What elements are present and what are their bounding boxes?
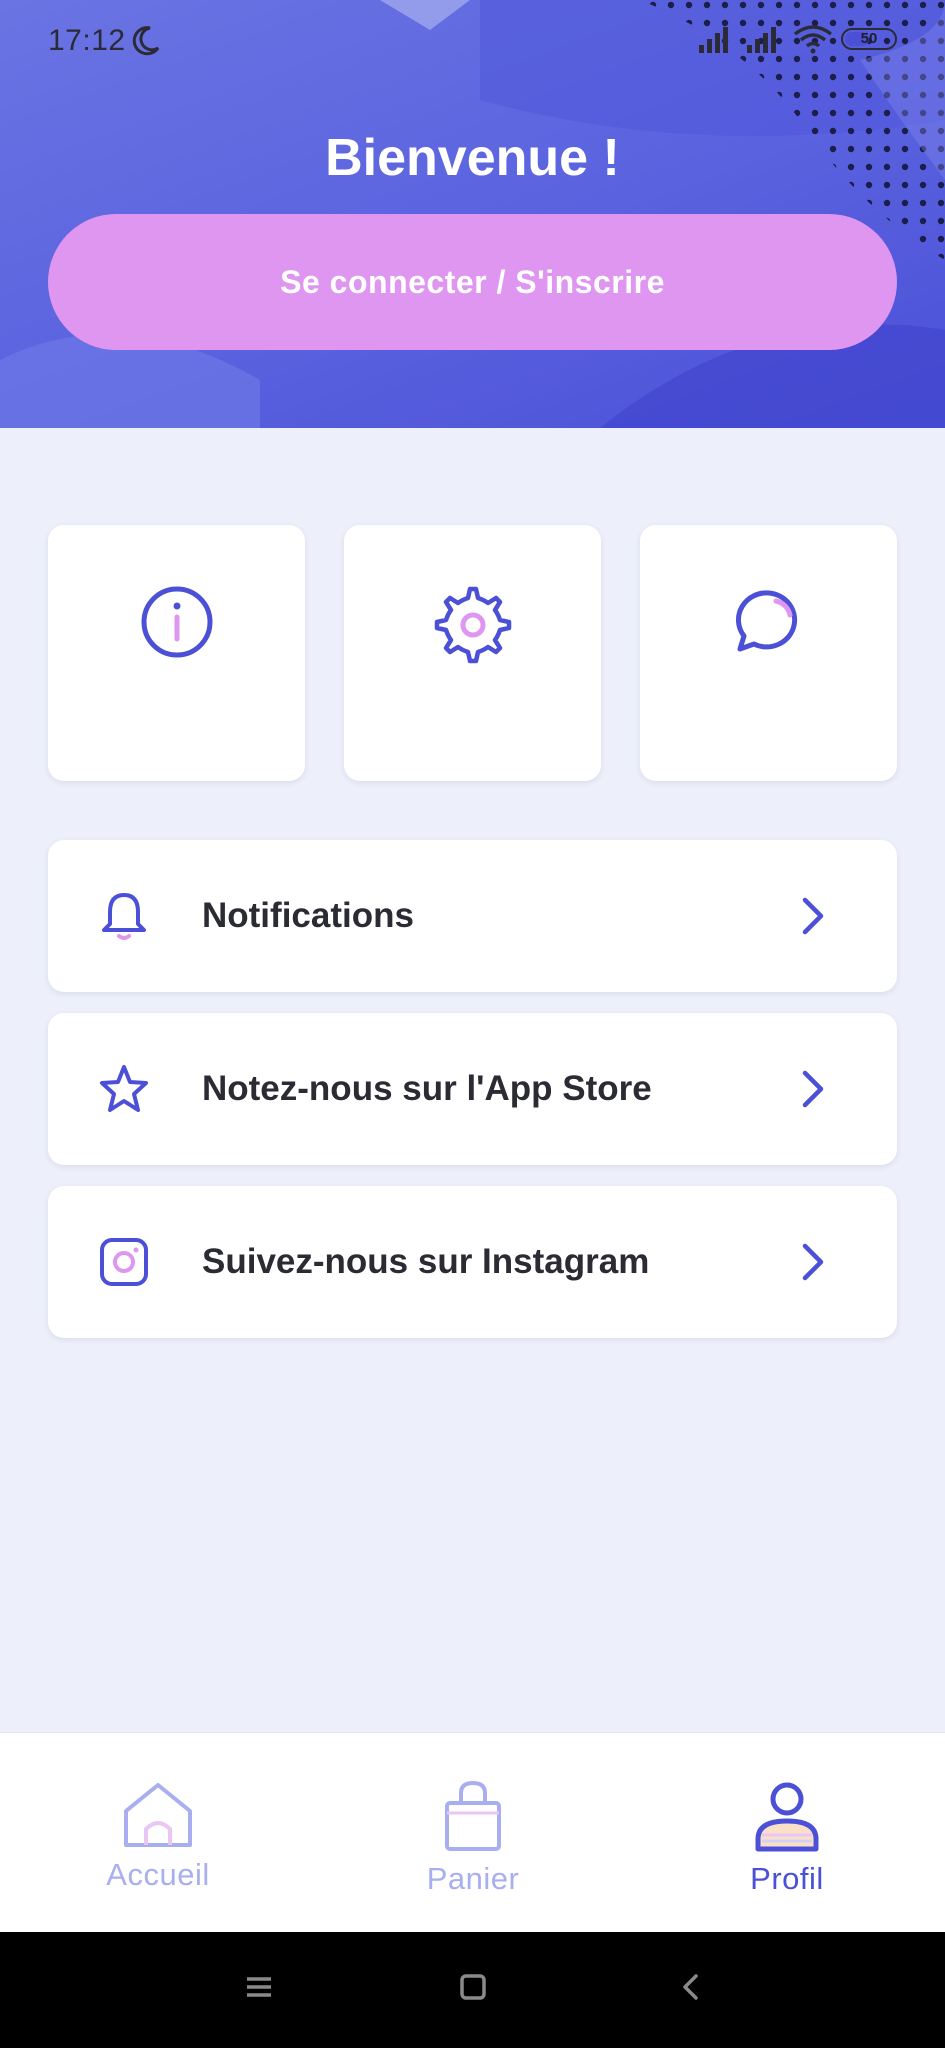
menu-icon[interactable] <box>244 1972 274 2002</box>
notifications-item[interactable]: Notifications <box>48 840 897 992</box>
info-tile[interactable] <box>48 525 305 781</box>
contact-tile[interactable] <box>640 525 897 781</box>
battery-icon: 50 <box>841 28 897 50</box>
instagram-label: Suivez-nous sur Instagram <box>202 1242 650 1281</box>
welcome-title: Bienvenue ! <box>325 129 620 187</box>
nav-label-accueil: Accueil <box>106 1857 210 1892</box>
chevron-right-icon <box>802 1243 824 1281</box>
signal-icon <box>699 27 728 53</box>
nav-tab-accueil[interactable]: Accueil <box>58 1733 258 1933</box>
chevron-right-icon <box>802 1070 824 1108</box>
instagram-icon <box>100 1238 148 1286</box>
chevron-right-icon <box>802 897 824 935</box>
nav-label-profil: Profil <box>750 1861 824 1896</box>
star-icon <box>100 1065 148 1112</box>
status-icons: 50 <box>697 24 897 54</box>
login-signup-button[interactable]: Se connecter / S'inscrire <box>48 214 897 350</box>
user-icon <box>755 1782 819 1852</box>
battery-level: 50 <box>860 30 878 47</box>
nav-label-panier: Panier <box>426 1861 520 1896</box>
info-icon <box>141 586 212 658</box>
moon-icon <box>132 26 160 56</box>
gear-icon <box>434 586 511 664</box>
nav-tab-profil[interactable]: Profil <box>687 1733 887 1933</box>
system-navigation-bar <box>0 1932 945 2048</box>
back-icon[interactable] <box>676 1972 706 2002</box>
status-bar: 17:12 50 <box>0 0 945 84</box>
chat-bubble-icon <box>735 590 797 652</box>
instagram-item[interactable]: Suivez-nous sur Instagram <box>48 1186 897 1338</box>
bell-icon <box>102 893 146 940</box>
notifications-label: Notifications <box>202 896 414 935</box>
rate-app-label: Notez-nous sur l'App Store <box>202 1069 652 1108</box>
home-square-icon[interactable] <box>458 1972 488 2002</box>
bottom-navigation: Accueil Panier Profil <box>0 1732 945 1933</box>
signal-icon <box>747 27 776 53</box>
wifi-icon <box>793 25 833 54</box>
home-icon <box>124 1783 192 1847</box>
shopping-bag-icon <box>445 1780 501 1851</box>
rate-app-item[interactable]: Notez-nous sur l'App Store <box>48 1013 897 1165</box>
nav-tab-panier[interactable]: Panier <box>373 1733 573 1933</box>
settings-tile[interactable] <box>344 525 601 781</box>
header-banner: 17:12 50 Bienvenue ! Se connecter / S'in… <box>0 0 945 428</box>
status-time: 17:12 <box>48 24 126 57</box>
